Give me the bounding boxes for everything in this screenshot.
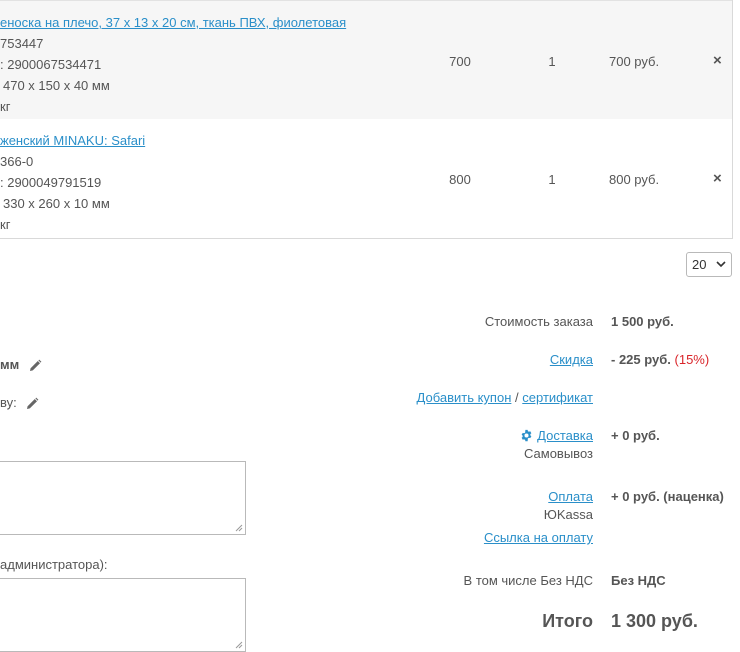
product-total: 700 руб.: [609, 54, 660, 69]
grand-total-label: Итого: [542, 611, 593, 631]
editable-field-2: ву:: [0, 395, 39, 411]
product-dimensions: 470 х 150 х 40 мм: [3, 78, 110, 93]
discount-percent: (15%): [674, 352, 710, 367]
product-barcode: : 2900049791519: [0, 175, 102, 190]
product-weight: кг: [0, 217, 11, 232]
admin-comment-textarea[interactable]: [0, 578, 246, 652]
payment-url-link[interactable]: Ссылка на оплату: [484, 530, 593, 545]
product-name-link[interactable]: женский MINAKU: Safari: [0, 133, 145, 148]
order-cost-label: Стоимость заказа: [484, 314, 593, 329]
delivery-method: Самовывоз: [524, 446, 593, 461]
payment-method: ЮKassa: [543, 507, 593, 522]
per-page-value: 20: [692, 257, 707, 272]
payment-value: + 0 руб. (наценка): [611, 489, 724, 504]
close-icon[interactable]: ×: [713, 170, 722, 187]
vat-value: Без НДС: [611, 573, 666, 588]
table-row: еноска на плечо, 37 х 13 х 20 см, ткань …: [0, 0, 732, 119]
coupon-links: Добавить купон / сертификат: [417, 390, 593, 405]
coupon-separator: /: [515, 390, 519, 405]
product-name-link[interactable]: еноска на плечо, 37 х 13 х 20 см, ткань …: [0, 15, 346, 30]
discount-link[interactable]: Скидка: [550, 352, 593, 367]
field-1-label: мм: [0, 357, 20, 372]
grand-total-value: 1 300 руб.: [611, 611, 698, 631]
pencil-icon[interactable]: [25, 397, 39, 411]
product-price: 800: [449, 172, 471, 187]
chevron-down-icon: [715, 257, 727, 274]
add-coupon-link[interactable]: Добавить купон: [417, 390, 512, 405]
product-weight: кг: [0, 99, 11, 114]
delivery-value: + 0 руб.: [611, 428, 660, 443]
certificate-link[interactable]: сертификат: [522, 390, 593, 405]
product-dimensions: 330 х 260 х 10 мм: [3, 196, 110, 211]
discount-value: - 225 руб. (15%): [611, 352, 709, 367]
vat-label: В том числе Без НДС: [463, 573, 593, 588]
admin-comment-label: администратора):: [0, 557, 108, 572]
payment-link[interactable]: Оплата: [548, 489, 593, 504]
product-qty: 1: [548, 54, 556, 69]
order-cost-value: 1 500 руб.: [611, 314, 674, 329]
product-total: 800 руб.: [609, 172, 660, 187]
delivery-link-wrap: Доставка: [520, 428, 593, 443]
product-barcode: : 2900067534471: [0, 57, 102, 72]
gear-icon[interactable]: [520, 429, 533, 442]
order-items-table: еноска на плечо, 37 х 13 х 20 см, ткань …: [0, 0, 733, 239]
discount-amount: - 225 руб.: [611, 352, 671, 367]
product-article: 366-0: [0, 154, 34, 169]
product-qty: 1: [548, 172, 556, 187]
product-price: 700: [449, 54, 471, 69]
field-2-label: ву:: [0, 395, 17, 410]
per-page-select[interactable]: 20: [686, 252, 732, 277]
product-article: 753447: [0, 36, 44, 51]
table-row: женский MINAKU: Safari 366-0 : 290004979…: [0, 119, 732, 238]
close-icon[interactable]: ×: [713, 52, 722, 69]
editable-field-1: мм: [0, 357, 42, 373]
pencil-icon[interactable]: [28, 359, 42, 373]
customer-comment-textarea[interactable]: [0, 461, 246, 535]
resize-grip-icon[interactable]: [235, 524, 243, 532]
delivery-link[interactable]: Доставка: [537, 428, 593, 443]
